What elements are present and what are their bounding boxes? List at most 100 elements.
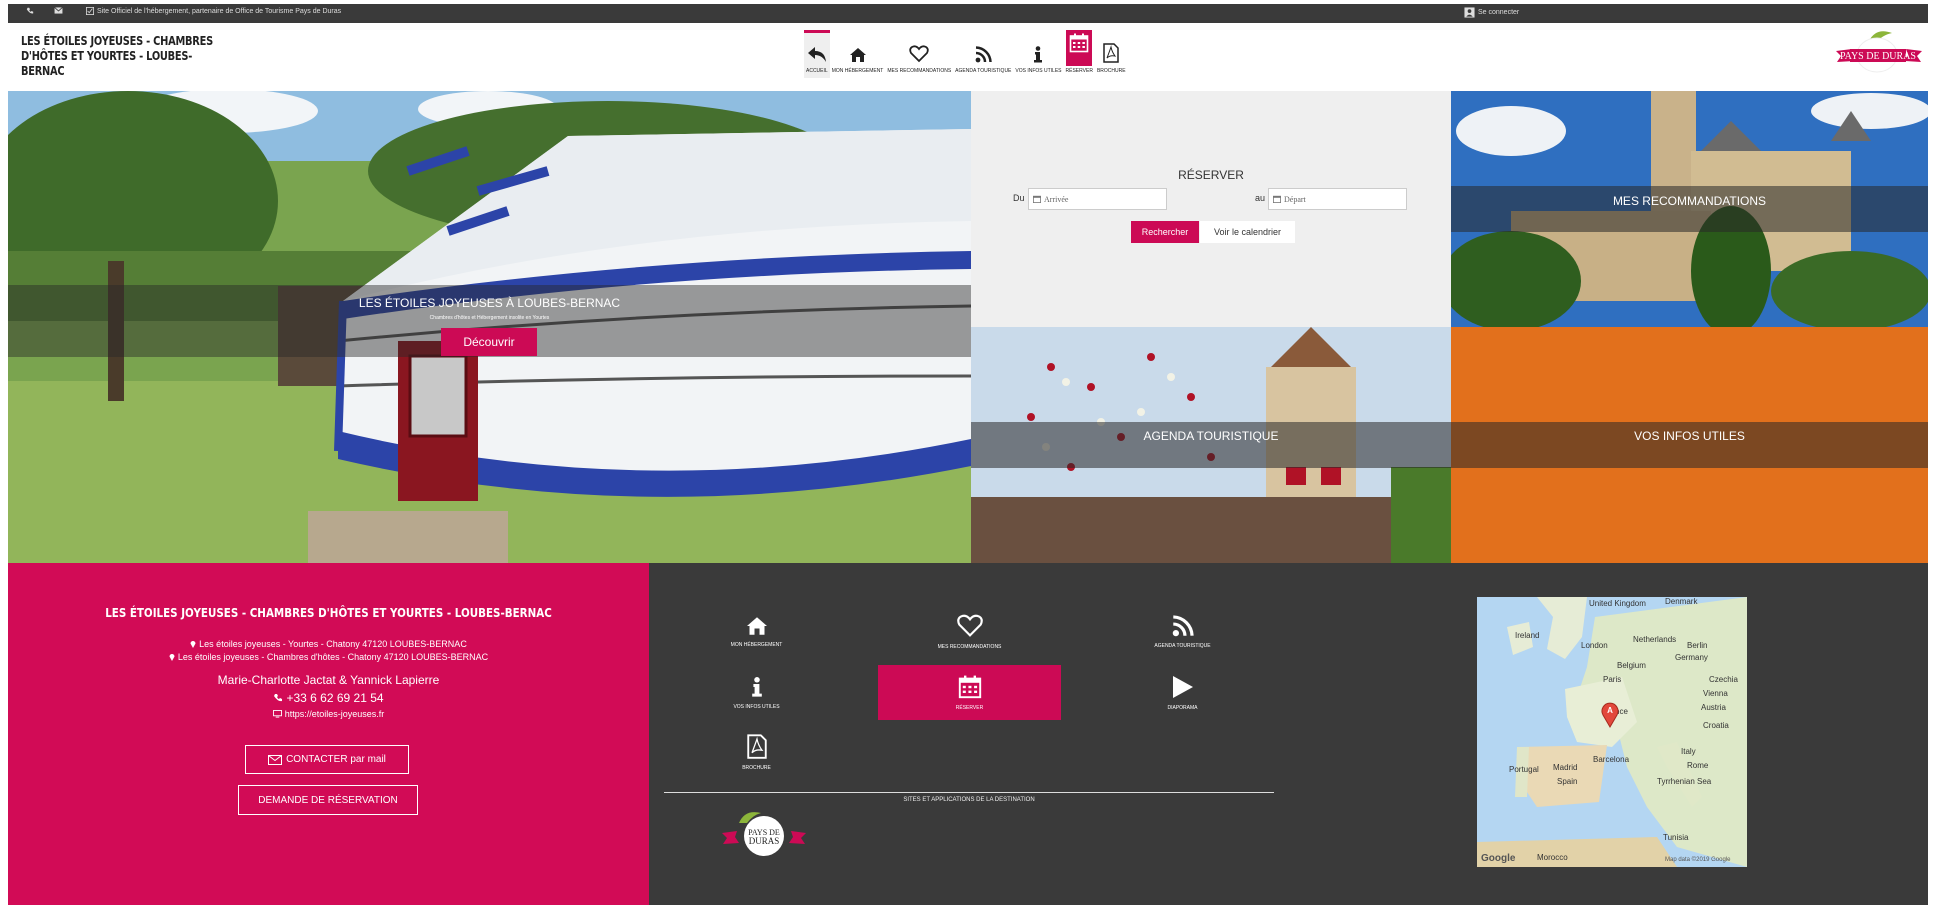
nav-item-reserver[interactable]: RÉSERVER bbox=[1064, 30, 1095, 78]
footer-item-agenda[interactable]: AGENDA TOURISTIQUE bbox=[1091, 604, 1274, 659]
nav-item-infos[interactable]: VOS INFOS UTILES bbox=[1013, 30, 1063, 78]
map-label: Croatia bbox=[1703, 721, 1729, 730]
pays-de-duras-logo[interactable]: PAYS DE DURAS bbox=[1834, 29, 1924, 85]
tile-title: VOS INFOS UTILES bbox=[1634, 429, 1745, 443]
destination-logo[interactable]: PAYS DE DURAS bbox=[721, 809, 807, 859]
footer-item-brochure[interactable]: BROCHURE bbox=[665, 725, 848, 780]
calendar-icon bbox=[958, 675, 981, 698]
booking-request-button[interactable]: DEMANDE DE RÉSERVATION bbox=[238, 785, 418, 815]
map-label: Ireland bbox=[1515, 631, 1540, 640]
hero-title: LES ÉTOILES JOYEUSES À LOUBES-BERNAC bbox=[358, 296, 621, 310]
footer-contact: Les Étoiles Joyeuses - Chambres d'hôtes … bbox=[8, 563, 649, 905]
tile-title: AGENDA TOURISTIQUE bbox=[1143, 429, 1279, 443]
tile-title: MES RECOMMANDATIONS bbox=[1612, 194, 1767, 208]
nav-label: RÉSERVER bbox=[1065, 68, 1093, 74]
contact-mail-label: CONTACTER par mail bbox=[286, 754, 386, 765]
map-label: Italy bbox=[1681, 747, 1696, 756]
map-label: Berlin bbox=[1687, 641, 1708, 650]
main-nav: ACCUEIL MON HÉBERGEMENT MES RECOMMANDATI… bbox=[804, 30, 1128, 78]
envelope-icon bbox=[268, 754, 283, 765]
google-logo[interactable]: Google bbox=[1481, 853, 1515, 864]
map-label: Netherlands bbox=[1633, 635, 1677, 644]
map-label: Portugal bbox=[1509, 765, 1539, 774]
site-title[interactable]: Les Étoiles Joyeuses - Chambres d'hôtes … bbox=[21, 34, 234, 79]
map-marker[interactable]: A bbox=[1601, 702, 1619, 728]
heart-icon bbox=[909, 45, 929, 63]
search-button[interactable]: Rechercher bbox=[1131, 221, 1199, 243]
map-label: Spain bbox=[1557, 777, 1578, 786]
footer-item-reserver[interactable]: RÉSERVER bbox=[878, 665, 1061, 720]
tile-infos[interactable]: VOS INFOS UTILES bbox=[1451, 327, 1928, 563]
departure-field[interactable]: Départ bbox=[1268, 188, 1407, 210]
map-label: Vienna bbox=[1703, 689, 1728, 698]
footer-item-hebergement[interactable]: MON HÉBERGEMENT bbox=[665, 604, 848, 659]
footer-item-label: AGENDA TOURISTIQUE bbox=[1154, 642, 1211, 649]
nav-label: VOS INFOS UTILES bbox=[1015, 68, 1062, 74]
back-arrow-icon bbox=[807, 47, 826, 62]
nav-item-recommandations[interactable]: MES RECOMMANDATIONS bbox=[885, 30, 953, 78]
rss-icon bbox=[975, 46, 992, 63]
header: Les Étoiles Joyeuses - Chambres d'hôtes … bbox=[8, 23, 1928, 91]
map-marker-icon bbox=[169, 654, 175, 661]
booking-widget: RÉSERVER Du Arrivée au Départ Rechercher… bbox=[971, 91, 1451, 327]
map-label: Czechia bbox=[1709, 675, 1738, 684]
address-yourtes: Les étoiles joyeuses - Yourtes - Chatony… bbox=[8, 639, 649, 649]
arrival-field[interactable]: Arrivée bbox=[1028, 188, 1167, 210]
footer-item-recommandations[interactable]: MES RECOMMANDATIONS bbox=[878, 604, 1061, 659]
map-label: Tyrrhenian Sea bbox=[1657, 777, 1712, 786]
to-label: au bbox=[1255, 193, 1266, 203]
footer-item-label: RÉSERVER bbox=[955, 704, 984, 711]
calendar-icon bbox=[1069, 33, 1089, 53]
website-line[interactable]: https://etoiles-joyeuses.fr bbox=[8, 709, 649, 719]
checkbox-icon bbox=[86, 7, 94, 15]
mail-icon[interactable] bbox=[54, 7, 63, 14]
map-label: Germany bbox=[1675, 653, 1708, 662]
map-label: Austria bbox=[1701, 703, 1726, 712]
map-label: Tunisia bbox=[1663, 833, 1689, 842]
tile-agenda[interactable]: AGENDA TOURISTIQUE bbox=[971, 327, 1451, 563]
tile-recommandations[interactable]: MES RECOMMANDATIONS bbox=[1451, 91, 1928, 327]
calendar-icon bbox=[1273, 195, 1281, 203]
nav-item-brochure[interactable]: BROCHURE bbox=[1095, 30, 1128, 78]
svg-text:DURAS: DURAS bbox=[749, 836, 780, 846]
login-link[interactable]: Se connecter bbox=[1464, 7, 1519, 18]
rss-icon bbox=[1172, 614, 1194, 636]
map-label: Rome bbox=[1687, 761, 1709, 770]
booking-title: RÉSERVER bbox=[1178, 168, 1244, 182]
footer-item-label: VOS INFOS UTILES bbox=[733, 703, 780, 710]
footer-item-diaporama[interactable]: DIAPORAMA bbox=[1091, 665, 1274, 720]
footer-item-label: DIAPORAMA bbox=[1167, 704, 1198, 711]
nav-label: BROCHURE bbox=[1096, 68, 1126, 74]
nav-item-hebergement[interactable]: MON HÉBERGEMENT bbox=[830, 30, 886, 78]
nav-label: MON HÉBERGEMENT bbox=[831, 68, 884, 74]
view-calendar-button[interactable]: Voir le calendrier bbox=[1200, 221, 1295, 243]
contact-mail-button[interactable]: CONTACTER par mail bbox=[245, 745, 409, 774]
nav-item-agenda[interactable]: AGENDA TOURISTIQUE bbox=[953, 30, 1013, 78]
pdf-icon bbox=[746, 734, 767, 759]
hero-subtitle: Chambres d'hôtes et Hébergement insolite… bbox=[429, 315, 550, 321]
map-marker-label: A bbox=[1607, 706, 1613, 715]
footer-item-infos[interactable]: VOS INFOS UTILES bbox=[665, 665, 848, 720]
map-marker-icon bbox=[190, 641, 196, 648]
footer-item-label: MES RECOMMANDATIONS bbox=[937, 643, 1002, 650]
discover-button[interactable]: Découvrir bbox=[441, 328, 537, 356]
phone-line[interactable]: +33 6 62 69 21 54 bbox=[8, 691, 649, 705]
map-label: Madrid bbox=[1553, 763, 1578, 772]
map-label: Barcelona bbox=[1593, 755, 1630, 764]
phone-icon[interactable] bbox=[26, 7, 34, 15]
pdf-icon bbox=[1103, 43, 1119, 63]
heart-icon bbox=[956, 614, 983, 637]
svg-text:PAYS DE DURAS: PAYS DE DURAS bbox=[1840, 51, 1916, 62]
location-map[interactable]: United Kingdom Denmark Ireland London Ne… bbox=[1477, 597, 1747, 867]
nav-label: AGENDA TOURISTIQUE bbox=[955, 68, 1012, 74]
nav-item-accueil[interactable]: ACCUEIL bbox=[804, 30, 830, 78]
info-icon bbox=[751, 676, 762, 697]
phone-icon bbox=[274, 694, 283, 702]
user-icon bbox=[1464, 7, 1475, 18]
map-label: Denmark bbox=[1665, 597, 1698, 606]
tile-overlay bbox=[1451, 186, 1928, 232]
arrival-placeholder: Arrivée bbox=[1044, 194, 1069, 204]
info-icon bbox=[1034, 46, 1043, 63]
top-bar: Site Officiel de l'hébergement, partenai… bbox=[8, 4, 1928, 23]
departure-placeholder: Départ bbox=[1284, 194, 1306, 204]
